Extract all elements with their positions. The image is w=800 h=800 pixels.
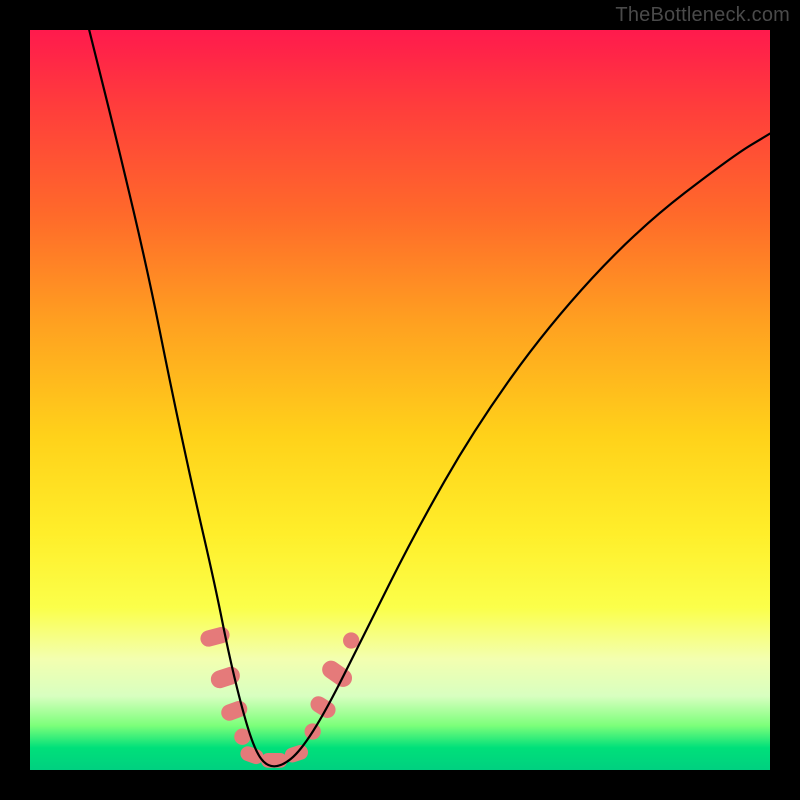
watermark-text: TheBottleneck.com	[615, 4, 790, 27]
right-cluster-2	[307, 693, 338, 721]
chart-svg	[30, 30, 770, 770]
right-cluster-4	[343, 632, 359, 648]
chart-frame: TheBottleneck.com	[0, 0, 800, 800]
markers-layer	[199, 625, 360, 768]
bottleneck-curve	[89, 30, 770, 766]
